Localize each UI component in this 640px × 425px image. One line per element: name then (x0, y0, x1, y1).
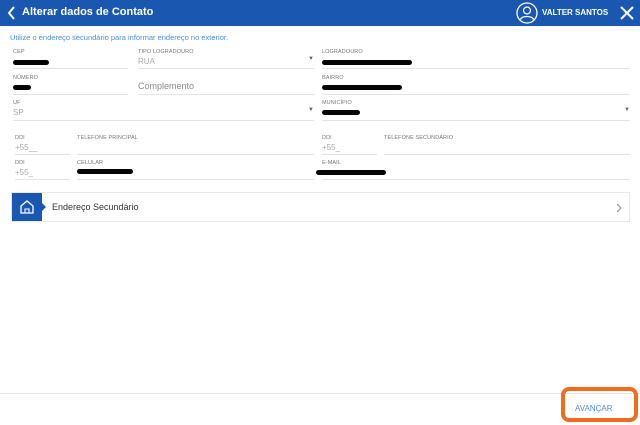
app-header: Alterar dados de Contato VALTER SANTOS (0, 0, 640, 26)
ddi-value: +55_ (322, 143, 341, 152)
redacted-value (13, 85, 31, 90)
ddi-label: DDI (322, 135, 332, 141)
ddi-label: DDI (15, 135, 25, 141)
complemento-field[interactable]: Complemento (138, 75, 314, 95)
close-icon[interactable] (618, 4, 636, 22)
tipo-logradouro-label: TIPO LOGRADOURO (138, 49, 194, 55)
celular-field[interactable]: CELULAR (77, 160, 314, 180)
telefone-principal-field[interactable]: TELEFONE PRINCIPAL (77, 135, 314, 155)
uf-value: SP (13, 108, 24, 117)
tipo-logradouro-value: RUA (138, 57, 155, 66)
highlight-annotation (561, 387, 638, 422)
ddi-principal-field[interactable]: DDI +55__ (15, 135, 70, 155)
email-field[interactable]: E-MAIL (316, 160, 630, 180)
numero-label: NÚMERO (13, 75, 39, 81)
dropdown-caret-icon: ▼ (624, 107, 630, 113)
redacted-value (322, 85, 402, 90)
redacted-value (316, 170, 386, 175)
footer-bar (0, 393, 640, 425)
secondary-address-icon-box (12, 193, 42, 221)
ddi-secundario-field[interactable]: DDI +55_ (322, 135, 377, 155)
user-circle-icon (516, 2, 538, 24)
secondary-address-label: Endereço Secundário (52, 202, 139, 212)
redacted-value (322, 60, 412, 65)
logradouro-label: LOGRADOURO (322, 49, 363, 55)
redacted-value (13, 60, 49, 65)
user-menu-button[interactable]: VALTER SANTOS (516, 1, 608, 25)
ddi-label: DDI (15, 160, 25, 166)
logradouro-field[interactable]: LOGRADOURO (322, 49, 630, 69)
bairro-label: BAIRRO (322, 75, 344, 81)
uf-select[interactable]: UF SP ▼ (13, 100, 314, 121)
ddi-celular-field[interactable]: DDI +55_ (15, 160, 70, 180)
dropdown-caret-icon: ▼ (308, 56, 314, 62)
celular-label: CELULAR (77, 160, 104, 166)
page-title: Alterar dados de Contato (22, 6, 154, 18)
telefone-principal-label: TELEFONE PRINCIPAL (77, 135, 138, 141)
numero-field[interactable]: NÚMERO (13, 75, 128, 95)
ddi-value: +55__ (15, 143, 38, 152)
user-name: VALTER SANTOS (542, 8, 609, 17)
chevron-left-icon[interactable] (5, 4, 19, 22)
cep-field[interactable]: CEP (13, 49, 128, 69)
municipio-label: MUNICÍPIO (322, 100, 352, 106)
bairro-field[interactable]: BAIRRO (322, 75, 630, 95)
dropdown-caret-icon: ▼ (308, 107, 314, 113)
home-icon (20, 200, 34, 214)
telefone-secundario-field[interactable]: TELEFONE SECUNDÁRIO (384, 135, 630, 155)
redacted-value (322, 110, 360, 115)
email-label: E-MAIL (322, 160, 341, 166)
cep-label: CEP (13, 49, 25, 55)
uf-label: UF (13, 100, 21, 106)
chevron-right-icon (616, 203, 622, 213)
municipio-select[interactable]: MUNICÍPIO ▼ (322, 100, 630, 121)
tipo-logradouro-select[interactable]: TIPO LOGRADOURO RUA ▼ (138, 49, 314, 69)
complemento-placeholder: Complemento (138, 81, 195, 91)
card-notch (42, 203, 46, 211)
telefone-secundario-label: TELEFONE SECUNDÁRIO (384, 135, 454, 141)
secondary-address-card[interactable]: Endereço Secundário (11, 192, 630, 222)
redacted-value (77, 169, 133, 174)
ddi-value: +55_ (15, 168, 34, 177)
hint-text: Utilize o endereço secundário para infor… (10, 33, 229, 42)
